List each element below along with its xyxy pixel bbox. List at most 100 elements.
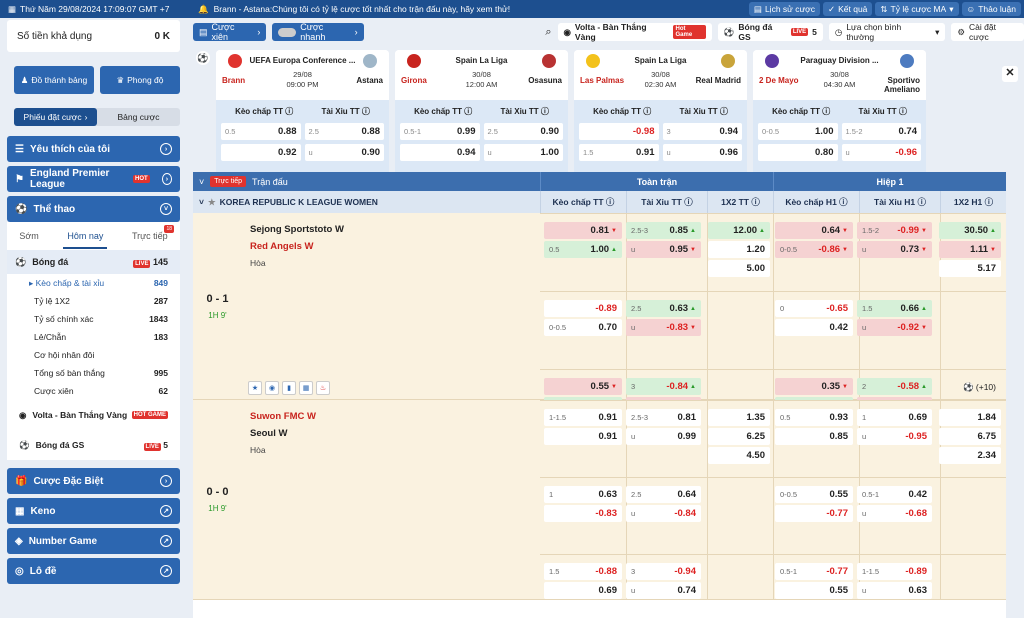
menu-item[interactable]: Tỷ số chính xác 1843: [7, 310, 180, 328]
discussion-button[interactable]: ☺ Thảo luận: [961, 2, 1021, 16]
menu-volta[interactable]: ◉ Volta - Bàn Thắng Vàng HOT GAME: [7, 400, 180, 430]
tab-bet-slip[interactable]: Phiếu đặt cược ›: [14, 108, 97, 126]
odds-button[interactable]: 0-0.5 1.00: [758, 123, 838, 140]
favorites-item[interactable]: ☰ Yêu thích của tôi ›: [7, 136, 180, 162]
odds-button[interactable]: 3 -0.84 ▲: [626, 378, 701, 395]
odds-button[interactable]: 1.5-2 -0.99 ▼: [857, 222, 932, 239]
stats-icon[interactable]: ▮: [282, 381, 296, 395]
close-icon[interactable]: ✕: [1002, 66, 1018, 82]
odds-button[interactable]: u 0.73 ▼: [857, 241, 932, 258]
number-game-item[interactable]: ◈ Number Game ↗: [7, 528, 180, 554]
results-button[interactable]: ✓ Kết quả: [822, 2, 873, 16]
odds-button[interactable]: 0.5 1.00 ▲: [544, 241, 622, 258]
odds-button[interactable]: 1 0.69: [857, 409, 932, 426]
odds-button[interactable]: u 0.95 ▼: [626, 241, 701, 258]
odds-button[interactable]: 1.35: [708, 409, 770, 426]
odds-button[interactable]: 4.50: [708, 447, 770, 464]
odds-button[interactable]: u -0.92 ▼: [857, 319, 932, 336]
odds-button[interactable]: 5.17: [939, 260, 1001, 277]
quick-bet-toggle[interactable]: Cược nhanh ›: [272, 22, 364, 42]
featured-match-card[interactable]: Spain La Liga 30/08 12:00 AM Girona Osasu…: [395, 50, 568, 180]
odds-button[interactable]: 2.5-3 0.85 ▲: [626, 222, 701, 239]
featured-match-card[interactable]: UEFA Europa Conference ... 29/08 09:00 PM…: [216, 50, 389, 180]
odds-button[interactable]: 0.5-1 0.99: [400, 123, 480, 140]
odds-button[interactable]: u 0.96: [662, 144, 742, 161]
odds-button[interactable]: u 0.99: [626, 428, 701, 445]
odds-button[interactable]: u 1.00: [483, 144, 563, 161]
odds-button[interactable]: 6.25: [708, 428, 770, 445]
form-button[interactable]: ♛ Phong độ: [100, 66, 180, 94]
menu-item[interactable]: ▸ Kèo chấp & tài xỉu 849: [7, 274, 180, 292]
featured-match-card[interactable]: Spain La Liga 30/08 02:30 AM Las Palmas R…: [574, 50, 747, 180]
odds-button[interactable]: 0-0.5 0.70: [544, 319, 622, 336]
special-bets-item[interactable]: 🎁 Cược Đặc Biệt ›: [7, 468, 180, 494]
odds-button[interactable]: 0.55: [775, 582, 853, 599]
odds-button[interactable]: 0.85: [775, 428, 853, 445]
odds-button[interactable]: 1.11 ▼: [939, 241, 1001, 258]
odds-button[interactable]: 0.42: [775, 319, 853, 336]
gs-filter[interactable]: ⚽ Bóng đá GS LIVE 5: [717, 22, 823, 42]
odds-button[interactable]: -0.89: [544, 300, 622, 317]
menu-item[interactable]: Tỷ lệ 1X2 287: [7, 292, 180, 310]
odds-button[interactable]: 0.80: [758, 144, 838, 161]
odds-button[interactable]: u -0.84: [626, 505, 701, 522]
scrollbar[interactable]: [1006, 172, 1016, 618]
eye-icon[interactable]: ◉: [265, 381, 279, 395]
odds-button[interactable]: 0 -0.65: [775, 300, 853, 317]
odds-button[interactable]: 0.5 0.88: [221, 123, 301, 140]
odds-button[interactable]: 2.5 0.63 ▲: [626, 300, 701, 317]
odds-button[interactable]: 1.5 0.91: [579, 144, 659, 161]
odds-button[interactable]: 12.00 ▲: [708, 222, 770, 239]
odds-button[interactable]: 1-1.5 0.91: [544, 409, 622, 426]
odds-button[interactable]: 30.50 ▲: [939, 222, 1001, 239]
odds-button[interactable]: u 0.74: [626, 582, 701, 599]
odds-button[interactable]: u -0.95: [857, 428, 932, 445]
sports-header[interactable]: ⚽ Thể thao ˅: [7, 196, 180, 222]
search-icon[interactable]: ⌕: [545, 26, 551, 39]
odds-button[interactable]: 1.20: [708, 241, 770, 258]
odds-button[interactable]: 1.5-2 0.74: [841, 123, 921, 140]
odds-button[interactable]: 2 -0.58 ▲: [857, 378, 932, 395]
star-icon[interactable]: ★: [248, 381, 262, 395]
odds-button[interactable]: 0-0.5 0.55: [775, 486, 853, 503]
menu-item[interactable]: Cược xiên 62: [7, 382, 180, 400]
menu-item[interactable]: Cơ hội nhân đôi: [7, 346, 180, 364]
fire-icon[interactable]: ♨: [316, 381, 330, 395]
odds-button[interactable]: -0.98: [579, 123, 659, 140]
odds-button[interactable]: u -0.68: [857, 505, 932, 522]
odds-button[interactable]: 0.35 ▼: [775, 378, 853, 395]
tab-bet-board[interactable]: Bảng cược: [97, 108, 180, 126]
odds-button[interactable]: 0.5-1 0.42: [857, 486, 932, 503]
odds-type-button[interactable]: ⇅ Tỷ lệ cược MA ▾: [875, 2, 959, 16]
volta-filter[interactable]: ◉ Volta - Bàn Thắng Vàng Hot Game: [557, 22, 712, 42]
odds-button[interactable]: 0.64 ▼: [775, 222, 853, 239]
odds-button[interactable]: u -0.83 ▼: [626, 319, 701, 336]
odds-button[interactable]: 1-1.5 -0.89: [857, 563, 932, 580]
odds-button[interactable]: -0.77: [775, 505, 853, 522]
odds-button[interactable]: u 0.63: [857, 582, 932, 599]
odds-button[interactable]: 2.5 0.88: [304, 123, 384, 140]
bet-history-button[interactable]: ▤ Lịch sử cược: [748, 2, 820, 16]
odds-button[interactable]: 3 -0.94: [626, 563, 701, 580]
parlay-button[interactable]: ▤ Cược xiên ›: [193, 22, 267, 42]
odds-button[interactable]: 0.81 ▼: [544, 222, 622, 239]
lode-item[interactable]: ◎ Lô đề ↗: [7, 558, 180, 584]
odds-button[interactable]: 5.00: [708, 260, 770, 277]
menu-item[interactable]: Lẻ/Chẵn 183: [7, 328, 180, 346]
odds-button[interactable]: 3 0.94: [662, 123, 742, 140]
odds-button[interactable]: 0.5 0.93: [775, 409, 853, 426]
odds-button[interactable]: 0.55 ▼: [544, 378, 622, 395]
odds-button[interactable]: 0.69: [544, 582, 622, 599]
standings-button[interactable]: ♟ Đồ thánh bảng: [14, 66, 94, 94]
menu-gs[interactable]: ⚽ Bóng đá GS LIVE 5: [7, 430, 180, 460]
odds-button[interactable]: u 0.90: [304, 144, 384, 161]
epl-item[interactable]: ⚑ England Premier League HOT ›: [7, 166, 180, 192]
tab-early[interactable]: Sớm: [19, 231, 38, 241]
odds-button[interactable]: 6.75: [939, 428, 1001, 445]
menu-football[interactable]: ⚽ Bóng đá LIVE 145: [7, 250, 180, 274]
odds-button[interactable]: 0.94: [400, 144, 480, 161]
odds-button[interactable]: 2.34: [939, 447, 1001, 464]
odds-button[interactable]: 0.91: [544, 428, 622, 445]
odds-button[interactable]: u -0.96: [841, 144, 921, 161]
odds-button[interactable]: 2.5-3 0.81: [626, 409, 701, 426]
